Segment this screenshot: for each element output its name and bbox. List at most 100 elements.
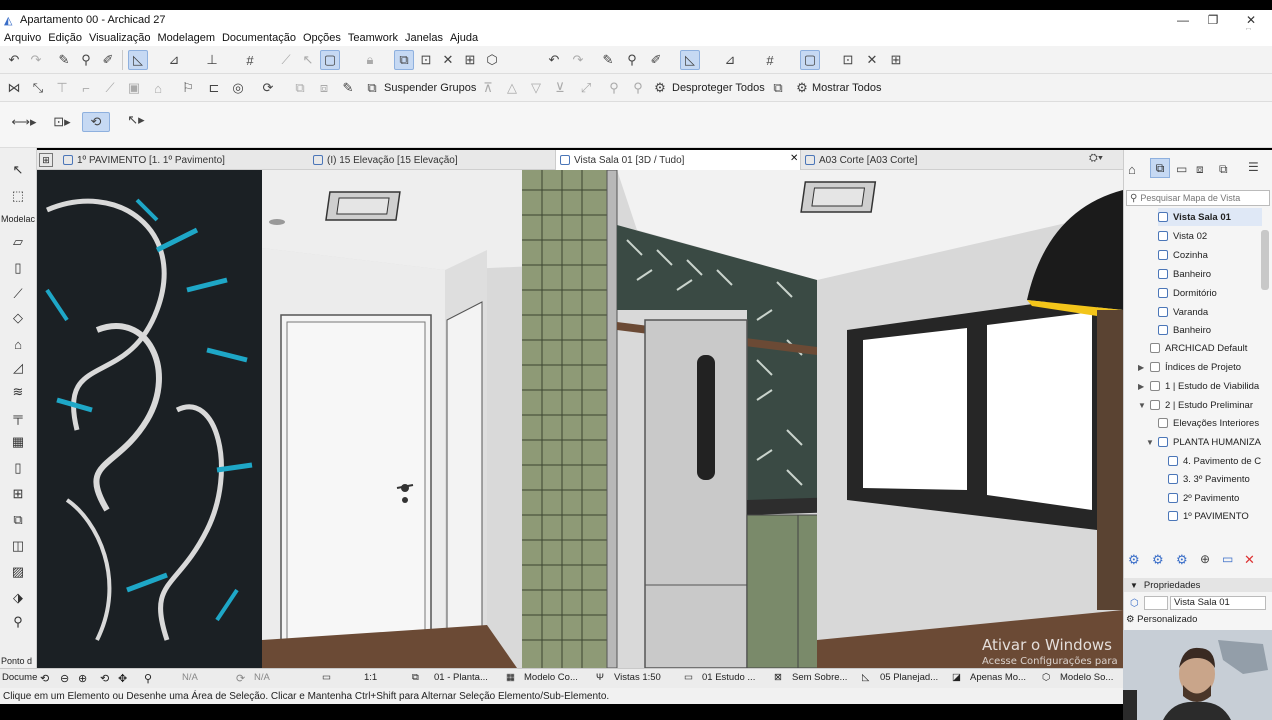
eyedropper-icon[interactable]: ⚲ xyxy=(76,50,96,70)
graphic-override[interactable]: Sem Sobre... xyxy=(792,672,847,683)
pointer-icon[interactable]: ↖ xyxy=(298,50,318,70)
shell-tool-icon[interactable]: ◿ xyxy=(8,358,28,378)
column-tool-icon[interactable]: ▯ xyxy=(8,258,28,278)
nav-item-3-pavimento[interactable]: 3. 3º Pavimento xyxy=(1168,470,1250,488)
properties-header[interactable]: ▼ Propriedades xyxy=(1124,578,1272,592)
roof-icon[interactable]: ⌂ xyxy=(148,78,168,98)
tab-grid-icon[interactable]: ⊞ xyxy=(39,153,53,167)
nav-item-indices[interactable]: ▶ Índices de Projeto xyxy=(1138,358,1241,376)
suspend-icon-2[interactable]: ⊞ xyxy=(886,50,906,70)
scale-value[interactable]: 1:1 xyxy=(364,672,377,683)
nav-item-elevacoes-interiores[interactable]: Elevações Interiores xyxy=(1158,414,1259,432)
refresh-icon[interactable]: ⟳ xyxy=(258,78,278,98)
nav-item-varanda[interactable]: Varanda xyxy=(1158,303,1208,321)
collapse-arrow-icon[interactable]: ▼ xyxy=(1138,401,1148,410)
view-map-search[interactable]: ⚲ xyxy=(1126,190,1270,206)
globe-icon[interactable]: ◎ xyxy=(228,78,248,98)
settings-icon[interactable]: ▭ xyxy=(1222,552,1233,566)
group-icon[interactable]: ⧉ xyxy=(394,50,414,70)
suspend-groups-icon[interactable]: ⧉ xyxy=(362,78,382,98)
selection-icon-2[interactable]: ▢ xyxy=(800,50,820,70)
project-map-icon[interactable]: ⌂ xyxy=(1128,162,1136,177)
curtain-wall-icon[interactable]: ▦ xyxy=(8,432,28,452)
3d-viewport[interactable] xyxy=(37,170,1123,668)
tab-15-elevacao[interactable]: (I) 15 Elevação [15 Elevação] xyxy=(309,150,555,170)
explode-icon[interactable]: ▣ xyxy=(124,78,144,98)
grid-icon[interactable]: # xyxy=(240,50,260,70)
cross-icon[interactable]: ✕ xyxy=(438,50,458,70)
undo-icon[interactable]: ↶ xyxy=(4,50,24,70)
orbit-view-icon[interactable]: ⟲ xyxy=(100,672,109,685)
suspend-groups-button[interactable]: Suspender Grupos xyxy=(384,82,476,94)
orbit-icon[interactable]: ⟲ xyxy=(82,112,110,132)
publisher-icon[interactable]: ⧈ xyxy=(1196,162,1204,177)
tab-1-pavimento[interactable]: 1º PAVIMENTO [1. 1º Pavimento] xyxy=(59,150,309,170)
layer-combination[interactable]: 01 - Planta... xyxy=(434,672,488,683)
clone-view-icon[interactable]: ⚙ xyxy=(1152,552,1164,568)
unprotect-icon[interactable]: ⚙ xyxy=(650,78,670,98)
minimize-button[interactable]: — xyxy=(1168,12,1198,28)
panel-menu-icon[interactable]: ☰ xyxy=(1248,160,1259,174)
render-icon[interactable]: ⬡ xyxy=(482,50,502,70)
maximize-button[interactable]: ❐ xyxy=(1198,12,1228,28)
door-tool-icon[interactable]: ▯ xyxy=(8,458,28,478)
stair-tool-icon[interactable]: ≋ xyxy=(8,382,28,402)
ungroup-icon[interactable]: ⊡ xyxy=(416,50,436,70)
view-options-icon[interactable]: ⛭▾ xyxy=(1089,152,1103,165)
nav-item-2-pavimento[interactable]: 2º Pavimento xyxy=(1168,489,1239,507)
menu-opcoes[interactable]: Opções xyxy=(303,32,341,44)
lamp-tool-icon[interactable]: ⚲ xyxy=(8,612,28,632)
show-all-button[interactable]: Mostrar Todos xyxy=(812,82,882,94)
nav-item-planta-humanizada[interactable]: ▼ PLANTA HUMANIZA xyxy=(1146,433,1261,451)
marquee-tool-icon[interactable]: ⬚ xyxy=(8,186,28,206)
lock-small-icon[interactable]: ⚲ xyxy=(604,78,624,98)
snap-guides-icon[interactable]: ⊿ xyxy=(164,50,184,70)
suspend-icon[interactable]: ⊞ xyxy=(460,50,480,70)
view-map-icon[interactable]: ⧉ xyxy=(1150,158,1170,178)
slab-tool-icon[interactable]: ◇ xyxy=(8,308,28,328)
view-id-field[interactable] xyxy=(1144,596,1168,610)
flag-icon[interactable]: ⚐ xyxy=(178,78,198,98)
nav-item-dormitorio[interactable]: Dormitório xyxy=(1158,284,1217,302)
navigator-scrollbar[interactable] xyxy=(1261,230,1269,290)
group-remove-icon[interactable]: ⧈ xyxy=(314,78,334,98)
align-up-icon[interactable]: △ xyxy=(502,78,522,98)
zone-tool-icon[interactable]: ▨ xyxy=(8,562,28,582)
zoom-in-icon[interactable]: ⊕ xyxy=(78,672,87,685)
offset-icon[interactable]: ⟋ xyxy=(100,78,120,98)
zoom-out-icon[interactable]: ⊖ xyxy=(60,672,69,685)
model-view[interactable]: Modelo Co... xyxy=(524,672,578,683)
window-tool-icon[interactable]: ⊞ xyxy=(8,484,28,504)
mesh-tool-icon[interactable]: ⧉ xyxy=(8,510,28,530)
menu-modelagem[interactable]: Modelagem xyxy=(158,32,215,44)
guide-lines-icon[interactable]: ◺ xyxy=(128,50,148,70)
layers-icon[interactable]: ⧉ xyxy=(768,78,788,98)
align-down-icon[interactable]: ▽ xyxy=(526,78,546,98)
object-tool-icon[interactable]: ◫ xyxy=(8,536,28,556)
nav-item-estudo-preliminar[interactable]: ▼ 2 | Estudo Preliminar xyxy=(1138,396,1253,414)
expand-arrow-icon[interactable]: ▶ xyxy=(1138,363,1148,372)
guide-lines-icon-2[interactable]: ◺ xyxy=(680,50,700,70)
tab-vista-sala-01[interactable]: Vista Sala 01 [3D / Tudo] ✕ xyxy=(555,150,801,170)
menu-edicao[interactable]: Edição xyxy=(48,32,82,44)
nav-item-cozinha[interactable]: Cozinha xyxy=(1158,246,1208,264)
menu-documentacao[interactable]: Documentação xyxy=(222,32,296,44)
zoom-search-icon[interactable]: ⚲ xyxy=(144,672,152,685)
wand-icon-2[interactable]: ✎ xyxy=(598,50,618,70)
unlock-small-icon[interactable]: ⚲ xyxy=(628,78,648,98)
nav-item-estudo-viabilidade[interactable]: ▶ 1 | Estudo de Viabilida xyxy=(1138,377,1259,395)
nav-item-archicad-default[interactable]: ARCHICAD Default xyxy=(1150,339,1247,357)
pencil-icon-2[interactable]: ✐ xyxy=(646,50,666,70)
zoom-fit-icon[interactable]: ⟲ xyxy=(40,672,49,685)
tab-close-icon[interactable]: ✕ xyxy=(790,153,798,164)
layout-book-icon[interactable]: ▭ xyxy=(1176,162,1187,176)
edit-group-icon[interactable]: ✎ xyxy=(338,78,358,98)
fillet-icon[interactable]: ⌐ xyxy=(76,78,96,98)
undo-view-icon[interactable]: ↶ xyxy=(544,50,564,70)
folder-new-icon[interactable]: ⊕ xyxy=(1200,552,1210,566)
menu-janelas[interactable]: Janelas xyxy=(405,32,443,44)
expand-arrow-icon[interactable]: ▶ xyxy=(1138,382,1148,391)
redo-icon[interactable]: ↷ xyxy=(26,50,46,70)
nav-item-vista-02[interactable]: Vista 02 xyxy=(1158,227,1207,245)
nav-item-vista-sala-01[interactable]: Vista Sala 01 xyxy=(1158,208,1262,226)
